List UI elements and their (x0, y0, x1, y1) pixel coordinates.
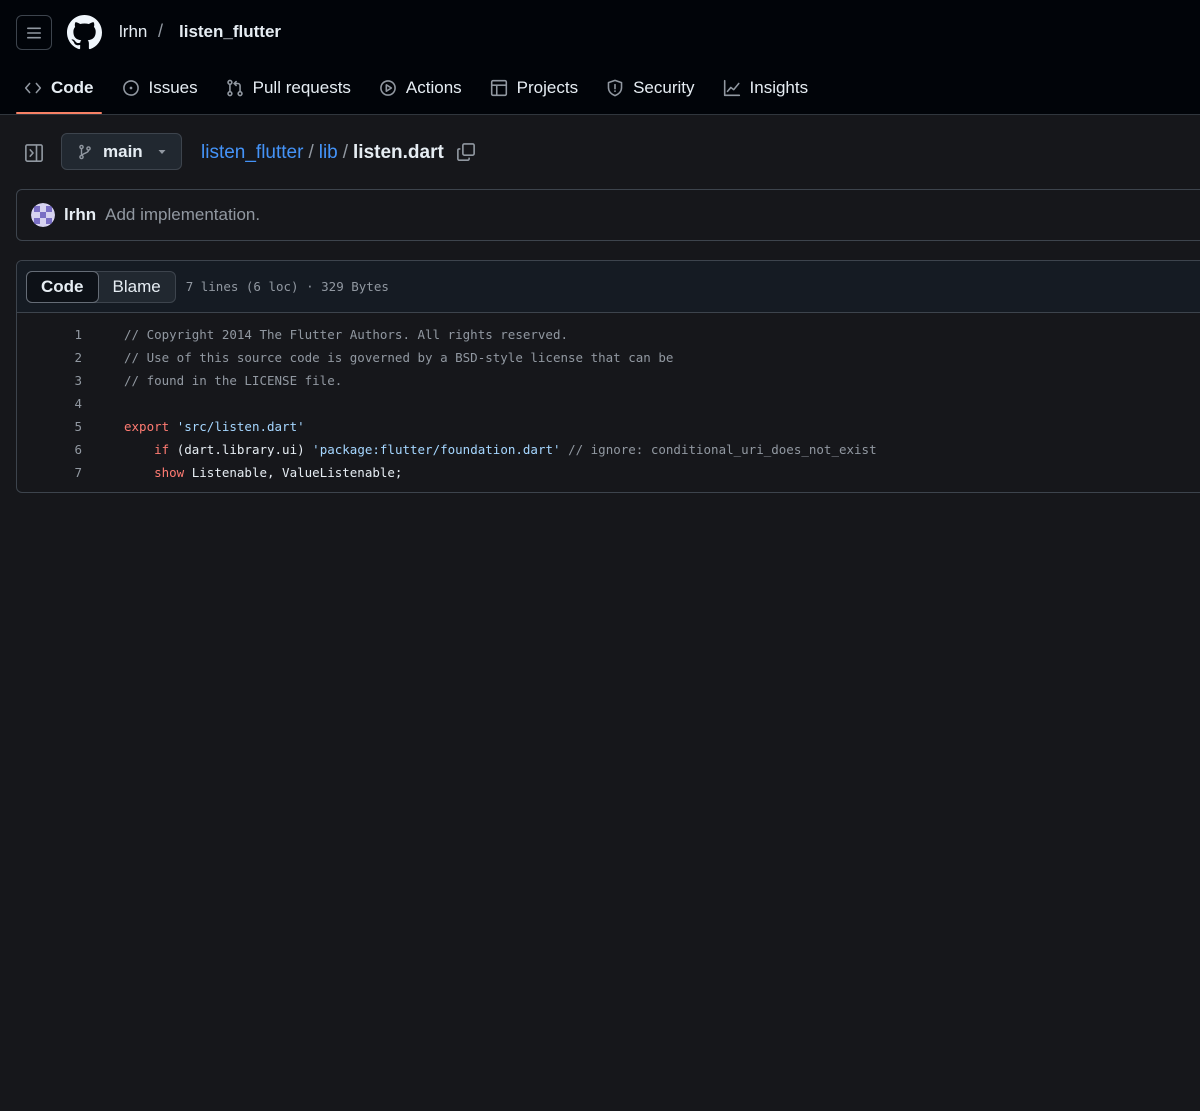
breadcrumb-repo-link[interactable]: listen_flutter (179, 22, 281, 42)
user-avatar-icon (31, 203, 55, 227)
graph-icon (723, 79, 740, 97)
line-number[interactable]: 6 (17, 442, 82, 457)
code-icon (24, 82, 42, 94)
code-view-button[interactable]: Code (26, 270, 99, 303)
play-icon (380, 80, 396, 96)
tab-pull-requests-label: Pull requests (252, 78, 351, 97)
code-viewer-header: Code Blame 7 lines (6 loc) · 329 Bytes (17, 261, 1200, 313)
copy-path-button[interactable] (455, 141, 477, 163)
tab-projects[interactable]: Projects (482, 68, 586, 108)
code-token-keyword: if (154, 442, 170, 457)
issue-opened-icon (122, 80, 139, 96)
sidebar-expand-icon (25, 144, 43, 162)
code-viewer: Code Blame 7 lines (6 loc) · 329 Bytes 1… (16, 260, 1200, 493)
view-mode-toggle: Code Blame (26, 270, 176, 303)
triangle-down-icon (158, 149, 166, 154)
code-token-comment: // Copyright 2014 The Flutter Authors. A… (124, 327, 569, 342)
commit-author-link[interactable]: lrhn (64, 205, 96, 225)
tab-projects-label: Projects (516, 78, 579, 97)
blame-view-button[interactable]: Blame (99, 272, 175, 302)
line-number[interactable]: 1 (17, 327, 82, 342)
line-content: // Use of this source code is governed b… (124, 350, 673, 365)
path-repo-link[interactable]: listen_flutter (201, 142, 303, 164)
code-token-comment: // found in the LICENSE file. (124, 373, 343, 388)
line-number[interactable]: 7 (17, 465, 82, 480)
line-content: show Listenable, ValueListenable; (124, 465, 402, 480)
table-icon (490, 79, 507, 97)
path-dir-link[interactable]: lib (319, 142, 338, 164)
tab-actions-label: Actions (405, 78, 462, 97)
line-number[interactable]: 3 (17, 373, 82, 388)
line-number[interactable]: 4 (17, 396, 82, 411)
code-line: 1 // Copyright 2014 The Flutter Authors. … (17, 323, 1200, 346)
avatar[interactable] (31, 203, 55, 227)
github-logo-icon[interactable] (67, 15, 102, 50)
code-token-comment: // ignore: conditional_uri_does_not_exis… (568, 442, 877, 457)
breadcrumb-owner-link[interactable]: lrhn (119, 22, 147, 42)
tab-code[interactable]: Code (16, 68, 102, 114)
copy-icon (457, 143, 475, 161)
code-token-string: 'src/listen.dart' (176, 419, 305, 434)
global-header: lrhn / listen_flutter Code Issues Pull r… (0, 0, 1200, 115)
code-token-string: 'package:flutter/foundation.dart' (312, 442, 561, 457)
code-line: 4 (17, 392, 1200, 415)
file-size-info: 7 lines (6 loc) · 329 Bytes (185, 279, 389, 294)
path-separator: / (342, 142, 349, 163)
tab-insights[interactable]: Insights (715, 68, 817, 108)
tab-insights-label: Insights (749, 78, 809, 97)
tab-issues[interactable]: Issues (114, 68, 206, 108)
git-pull-request-icon (226, 79, 243, 97)
line-content: if (dart.library.ui) 'package:flutter/fo… (124, 442, 877, 457)
tab-security[interactable]: Security (598, 68, 702, 108)
code-line: 5 export 'src/listen.dart' (17, 415, 1200, 438)
line-content: export 'src/listen.dart' (124, 419, 305, 434)
code-token-plain: Listenable, ValueListenable; (184, 465, 403, 480)
repo-nav: Code Issues Pull requests Actions Projec… (16, 68, 828, 115)
code-line: 3 // found in the LICENSE file. (17, 369, 1200, 392)
tab-issues-label: Issues (148, 78, 198, 97)
three-bars-icon (27, 27, 41, 38)
latest-commit-box: lrhn Add implementation. (16, 189, 1200, 241)
path-separator: / (308, 142, 314, 163)
line-number[interactable]: 5 (17, 419, 82, 434)
expand-file-tree-button[interactable] (22, 141, 46, 165)
commit-message-link[interactable]: Add implementation. (105, 205, 260, 225)
tab-actions[interactable]: Actions (371, 68, 470, 108)
code-line: 6 if (dart.library.ui) 'package:flutter/… (17, 438, 1200, 461)
code-lines[interactable]: 1 // Copyright 2014 The Flutter Authors. … (17, 313, 1200, 484)
code-line: 7 show Listenable, ValueListenable; (17, 461, 1200, 484)
breadcrumb-separator: / (158, 21, 164, 41)
git-branch-icon (79, 144, 91, 159)
line-content: // found in the LICENSE file. (124, 373, 342, 388)
line-number[interactable]: 2 (17, 350, 82, 365)
line-content: // Copyright 2014 The Flutter Authors. A… (124, 327, 568, 342)
path-file-name: listen.dart (353, 142, 444, 163)
code-token-comment: // Use of this source code is governed b… (124, 350, 674, 365)
branch-selector-button[interactable]: main (61, 133, 182, 170)
hamburger-menu-button[interactable] (16, 15, 52, 50)
file-path-breadcrumb: listen_flutter / lib / listen.dart (201, 142, 444, 164)
tab-security-label: Security (633, 78, 695, 97)
code-token-keyword: show (154, 465, 185, 480)
code-line: 2 // Use of this source code is governed … (17, 346, 1200, 369)
code-token-keyword: export (124, 419, 170, 434)
branch-name: main (103, 141, 143, 161)
tab-code-label: Code (51, 78, 94, 97)
shield-icon (607, 79, 623, 97)
tab-pull-requests[interactable]: Pull requests (218, 68, 359, 108)
code-token-plain: (dart.library.ui) (169, 442, 313, 457)
